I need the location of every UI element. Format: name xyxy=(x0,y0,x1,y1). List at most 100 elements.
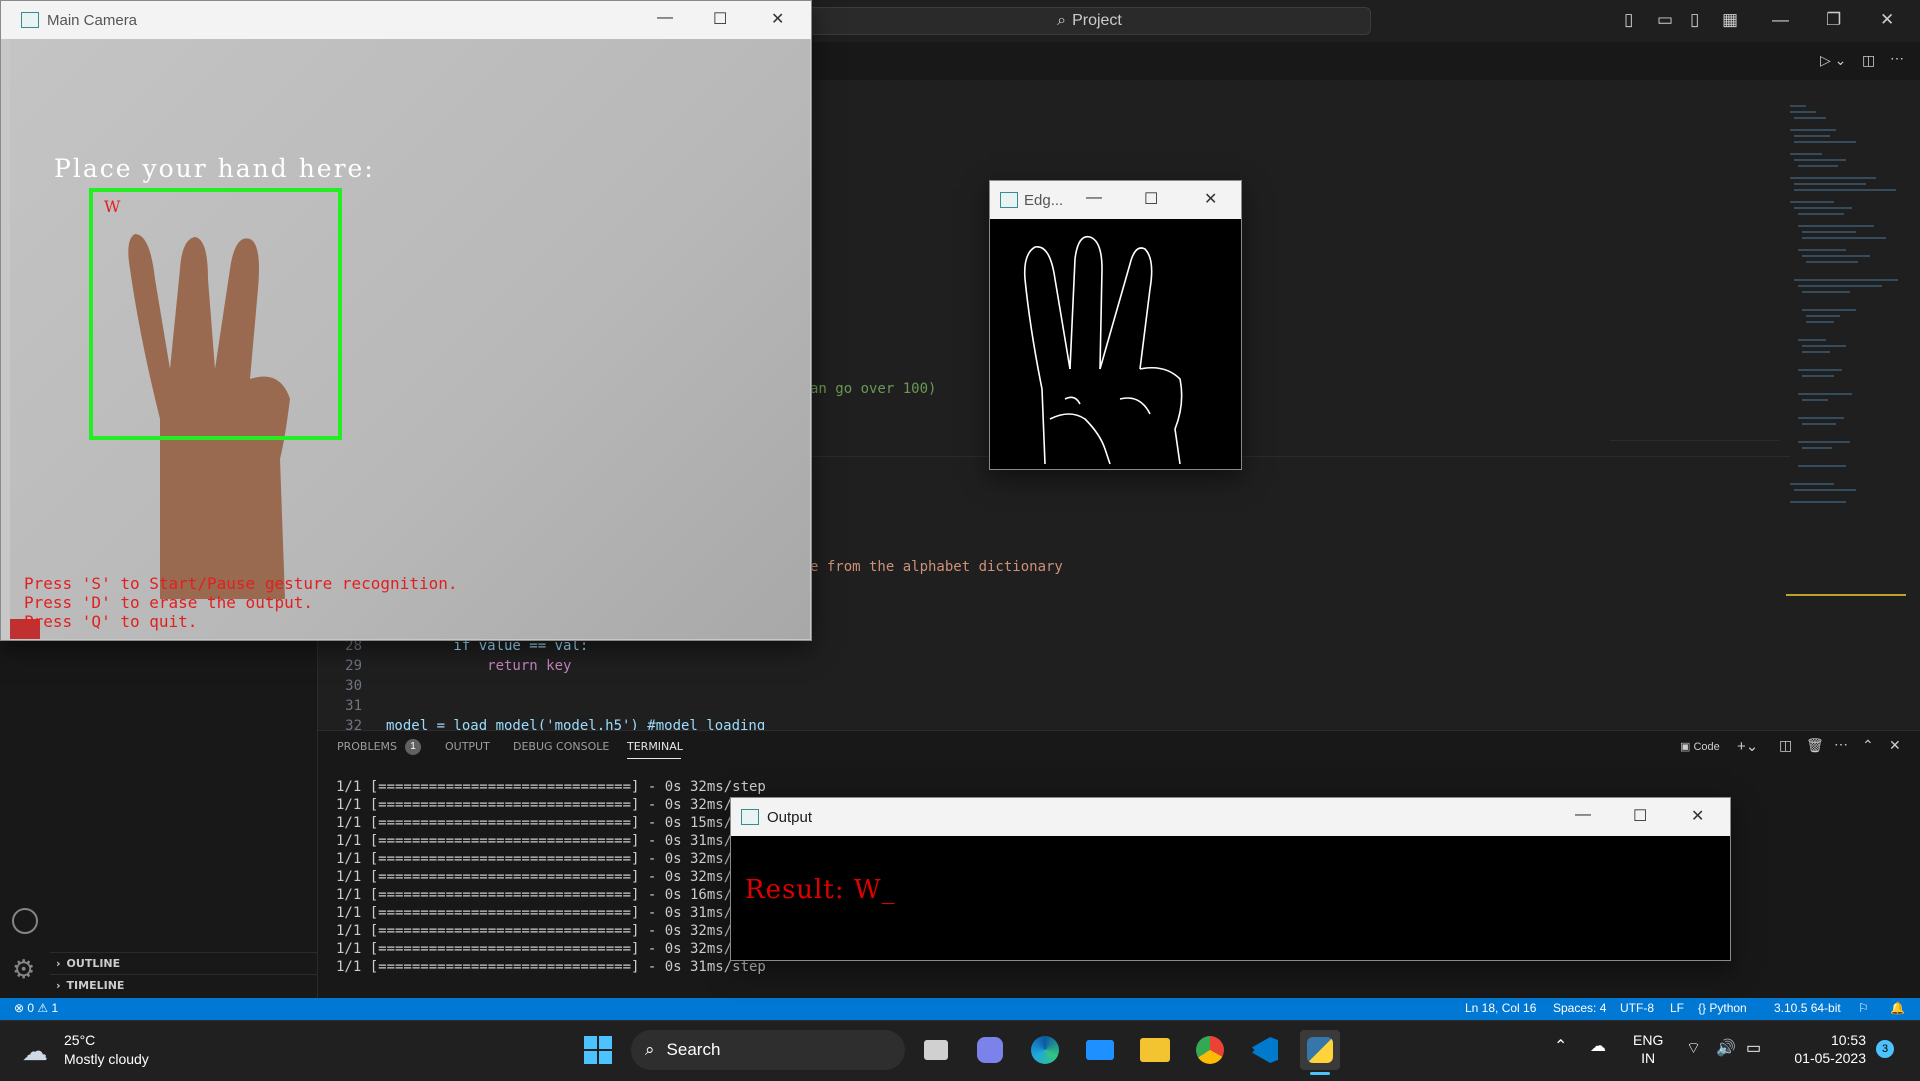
indentation[interactable]: Spaces: 4 xyxy=(1553,1001,1606,1015)
run-icon[interactable]: ▷ ⌄ xyxy=(1820,52,1846,69)
volume-icon[interactable]: 🔊 xyxy=(1716,1038,1736,1058)
maximize-icon[interactable]: ☐ xyxy=(1633,806,1647,826)
split-editor-icon[interactable]: ◫ xyxy=(1862,52,1875,69)
app-window-icon xyxy=(741,809,759,825)
camera-prompt: Place your hand here: xyxy=(54,154,375,183)
encoding[interactable]: UTF-8 xyxy=(1620,1001,1654,1015)
notification-badge[interactable]: 3 xyxy=(1876,1040,1894,1058)
vscode-icon[interactable] xyxy=(1245,1030,1285,1070)
command-center-search[interactable]: ⌕ Project xyxy=(808,7,1371,35)
code-line: return key xyxy=(386,658,572,674)
file-explorer-icon[interactable] xyxy=(1135,1030,1175,1070)
maximize-icon[interactable]: ☐ xyxy=(713,9,727,29)
new-terminal-icon[interactable]: +⌄ xyxy=(1737,737,1758,755)
app-window-icon xyxy=(1000,192,1018,208)
terminal-line: 1/1 [==============================] - 0… xyxy=(336,941,750,957)
battery-icon[interactable]: ▭ xyxy=(1746,1038,1761,1058)
task-view-icon[interactable] xyxy=(916,1030,956,1070)
teams-chat-icon[interactable] xyxy=(970,1030,1010,1070)
language-mode[interactable]: {} Python xyxy=(1698,1001,1747,1015)
weather-temperature: 25°C xyxy=(64,1032,96,1048)
clock[interactable]: 10:53 01-05-2023 xyxy=(1782,1031,1866,1067)
close-icon[interactable]: ✕ xyxy=(771,9,784,29)
tab-debug-console[interactable]: DEBUG CONSOLE xyxy=(513,740,609,753)
taskbar-search[interactable]: ⌕ Search xyxy=(631,1030,905,1070)
cursor-position[interactable]: Ln 18, Col 16 xyxy=(1465,1001,1536,1015)
mail-icon[interactable] xyxy=(1080,1030,1120,1070)
more-actions-icon[interactable]: ⋯ xyxy=(1834,736,1848,753)
terminal-line: 1/1 [==============================] - 0… xyxy=(336,833,750,849)
minimize-icon[interactable]: — xyxy=(1086,189,1102,207)
close-panel-icon[interactable]: ✕ xyxy=(1889,737,1901,754)
code-comment: an go over 100) xyxy=(810,381,937,397)
customize-layout-icon[interactable]: ▦ xyxy=(1722,10,1738,30)
line-number: 29 xyxy=(345,658,362,674)
chrome-icon[interactable] xyxy=(1190,1030,1230,1070)
line-number: 31 xyxy=(345,698,362,714)
tab-output[interactable]: OUTPUT xyxy=(445,740,490,753)
start-button[interactable] xyxy=(578,1030,618,1070)
notifications-bell-icon[interactable]: 🔔 xyxy=(1890,1001,1905,1015)
toggle-sidebar-icon[interactable]: ▯ xyxy=(1624,10,1633,30)
code-line: model = load_model('model.h5') #model lo… xyxy=(386,718,766,730)
maximize-panel-icon[interactable]: ⌃ xyxy=(1862,737,1874,754)
close-icon[interactable]: ✕ xyxy=(1204,189,1217,209)
weather-description: Mostly cloudy xyxy=(64,1051,149,1067)
hand-detection-box xyxy=(89,188,342,440)
terminal-line: 1/1 [==============================] - 0… xyxy=(336,779,766,795)
search-icon: ⌕ xyxy=(1057,12,1067,29)
end-of-line[interactable]: LF xyxy=(1670,1001,1684,1015)
minimize-icon[interactable]: — xyxy=(1575,806,1591,824)
status-bar: ⊗ 0 ⚠ 1 Ln 18, Col 16 Spaces: 4 UTF-8 LF… xyxy=(0,998,1920,1020)
main-camera-window[interactable]: Main Camera — ☐ ✕ Place your hand here: … xyxy=(0,0,812,641)
close-icon[interactable]: ✕ xyxy=(1880,10,1894,30)
toggle-secondary-sidebar-icon[interactable]: ▯ xyxy=(1690,10,1699,30)
line-number: 30 xyxy=(345,678,362,694)
problems-status[interactable]: ⊗ 0 ⚠ 1 xyxy=(14,1001,58,1015)
main-camera-titlebar[interactable]: Main Camera xyxy=(1,1,811,39)
output-window[interactable]: Output — ☐ ✕ Result: W_ xyxy=(730,797,1731,961)
terminal-output[interactable]: 1/1 [==============================] - 0… xyxy=(336,778,766,976)
app-window-icon xyxy=(21,12,39,28)
result-text: Result: W_ xyxy=(745,875,896,905)
edge-browser-icon[interactable] xyxy=(1025,1030,1065,1070)
terminal-line: 1/1 [==============================] - 0… xyxy=(336,959,766,975)
terminal-line: 1/1 [==============================] - 0… xyxy=(336,869,750,885)
language-indicator[interactable]: ENG IN xyxy=(1633,1031,1663,1067)
feedback-icon[interactable]: ⚐ xyxy=(1858,1001,1869,1015)
terminal-line: 1/1 [==============================] - 0… xyxy=(336,815,750,831)
window-title: Output xyxy=(767,808,813,826)
maximize-icon[interactable]: ☐ xyxy=(1144,189,1158,209)
outline-section[interactable]: › OUTLINE xyxy=(50,952,317,974)
python-interpreter[interactable]: 3.10.5 64-bit xyxy=(1774,1001,1841,1015)
editor-divider xyxy=(1610,440,1780,441)
edge-image xyxy=(1023,235,1183,465)
windows-logo-icon xyxy=(584,1036,612,1064)
chevron-up-icon[interactable]: ⌃ xyxy=(1554,1036,1567,1056)
settings-gear-icon[interactable]: ⚙ xyxy=(12,956,35,982)
wifi-icon[interactable]: ⌔ xyxy=(1686,1038,1701,1058)
timeline-section[interactable]: › TIMELINE xyxy=(50,974,317,996)
minimap[interactable] xyxy=(1786,100,1906,600)
split-terminal-icon[interactable]: ◫ xyxy=(1779,737,1792,754)
minimize-icon[interactable]: — xyxy=(1772,10,1789,30)
more-actions-icon[interactable]: ⋯ xyxy=(1890,50,1904,67)
edge-detection-window[interactable]: Edg... — ☐ ✕ xyxy=(989,180,1242,470)
problems-badge: 1 xyxy=(405,739,421,755)
terminal-line: 1/1 [==============================] - 0… xyxy=(336,923,750,939)
python-icon[interactable] xyxy=(1300,1030,1340,1070)
toggle-panel-icon[interactable]: ▭ xyxy=(1657,10,1673,30)
terminal-type-button[interactable]: ▣ Code xyxy=(1680,740,1720,753)
kill-terminal-icon[interactable]: 🗑 xyxy=(1806,737,1824,754)
restore-icon[interactable]: ❐ xyxy=(1826,10,1841,30)
accounts-icon[interactable] xyxy=(12,908,38,934)
windows-taskbar xyxy=(0,1020,1920,1081)
onedrive-cloud-icon[interactable]: ☁ xyxy=(1590,1036,1606,1056)
close-icon[interactable]: ✕ xyxy=(1691,806,1704,826)
active-app-indicator xyxy=(1310,1072,1330,1075)
terminal-line: 1/1 [==============================] - 0… xyxy=(336,887,750,903)
line-number: 32 xyxy=(345,718,362,730)
tab-problems[interactable]: PROBLEMS xyxy=(337,740,397,753)
tab-terminal[interactable]: TERMINAL xyxy=(627,740,683,753)
minimize-icon[interactable]: — xyxy=(657,9,673,27)
